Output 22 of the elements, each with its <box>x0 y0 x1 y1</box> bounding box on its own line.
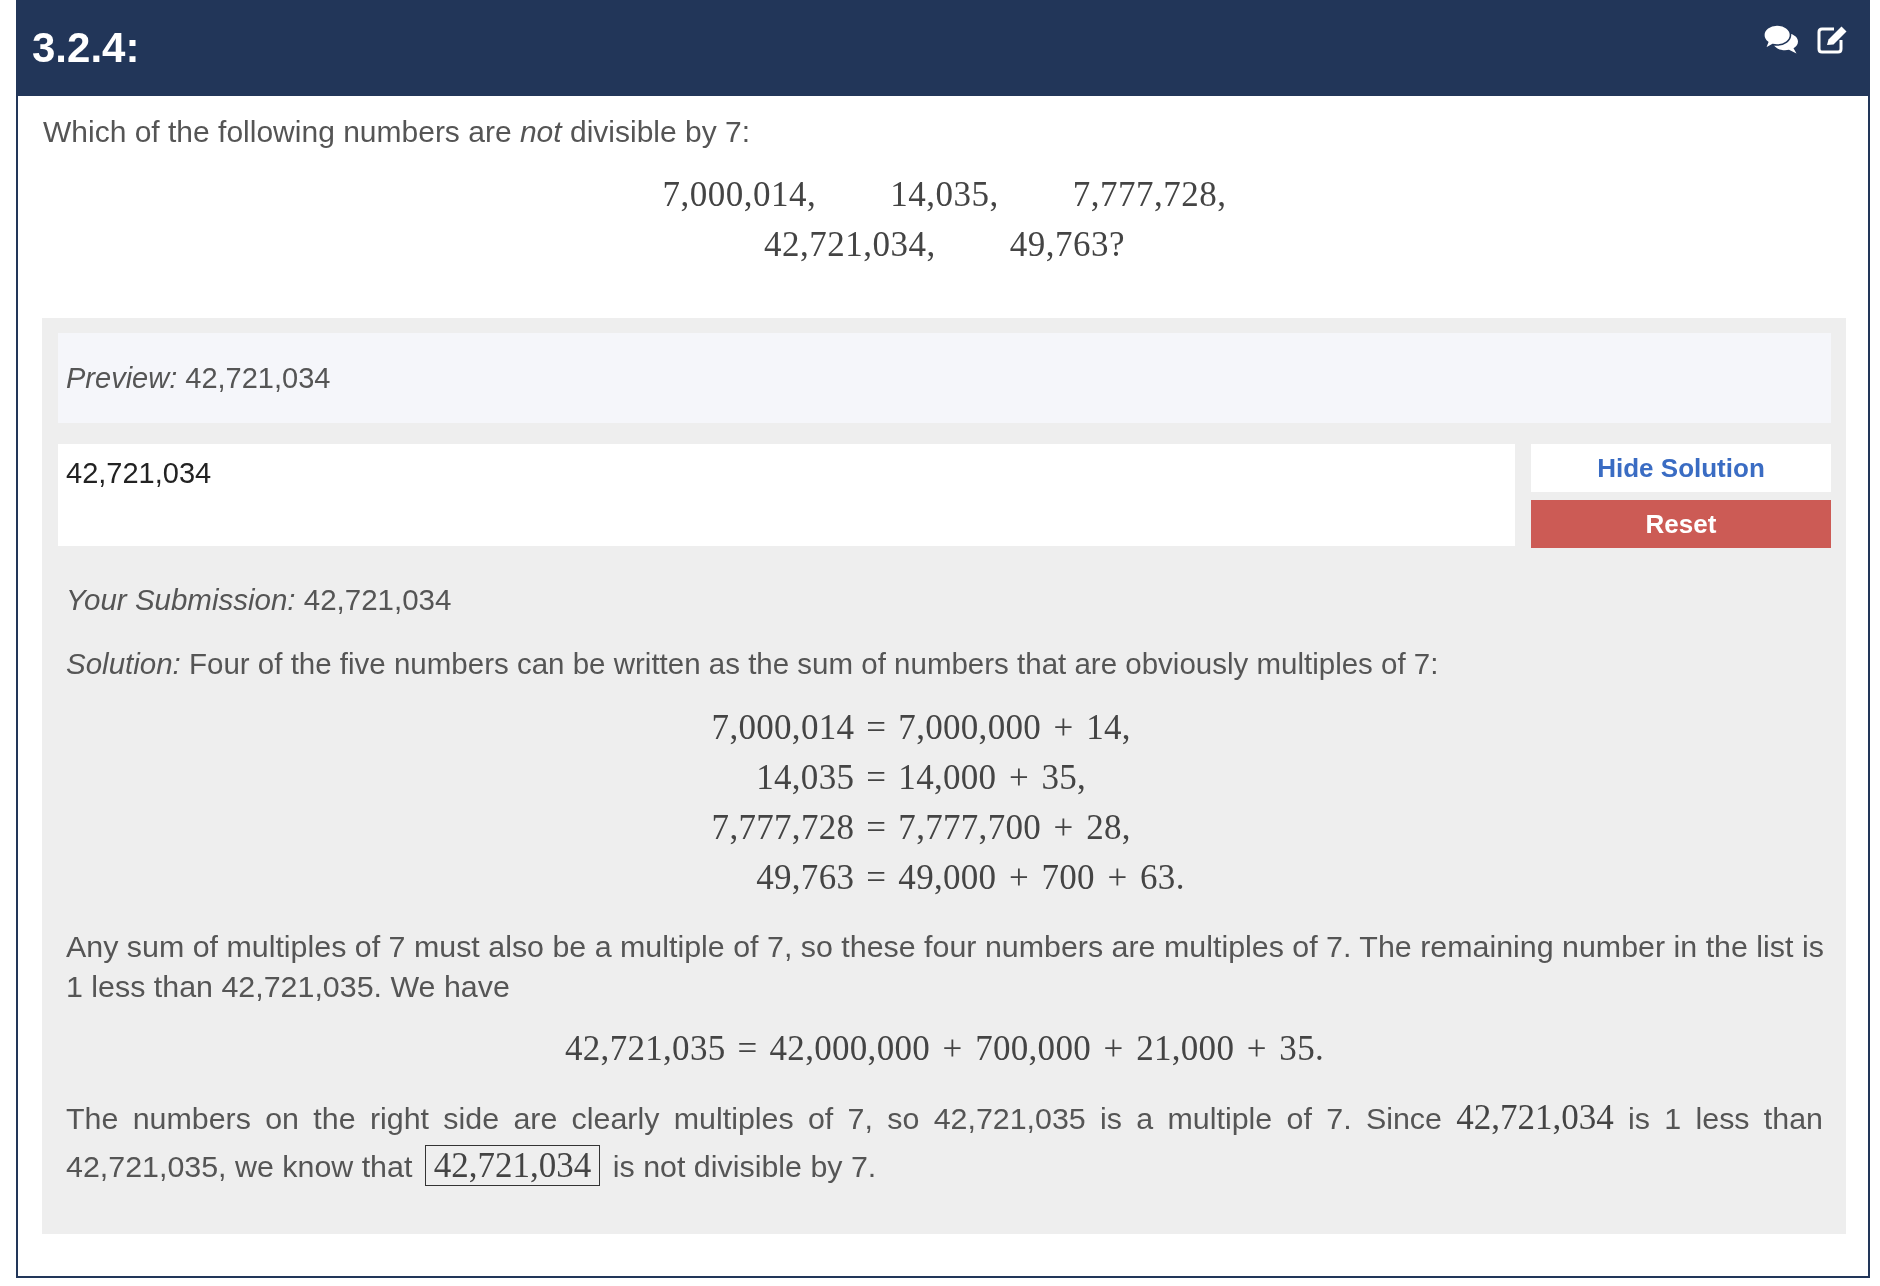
page-title: 3.2.4: <box>32 24 140 72</box>
reset-button[interactable]: Reset <box>1531 500 1831 548</box>
math-equation: 7,777,728 = 7,777,700 + 28, <box>710 807 1131 849</box>
math-number: 49,763? <box>1009 224 1125 266</box>
edit-icon[interactable] <box>1816 24 1848 54</box>
hide-solution-button[interactable]: Hide Solution <box>1531 444 1831 492</box>
math-number: 7,777,728, <box>1072 174 1227 216</box>
math-equation: 49,763 = 49,000 + 700 + 63. <box>755 857 1185 899</box>
math-number: 7,000,014, <box>662 174 817 216</box>
submission-text: Your Submission: 42,721,034 <box>65 582 453 618</box>
math-equation: 42,721,035 = 42,000,000 + 700,000 + 21,000 + 35. <box>565 1028 1324 1070</box>
comments-icon[interactable] <box>1763 24 1799 54</box>
question-text: Which of the following numbers are not divisible by 7: <box>43 114 752 150</box>
math-number: 14,035, <box>890 174 999 216</box>
math-number: 42,721,034, <box>763 224 936 266</box>
preview-text: Preview: 42,721,034 <box>66 361 331 395</box>
answer-field[interactable]: 42,721,034 <box>58 444 1515 546</box>
solution-conclusion: The numbers on the right side are clearly multiples of 7, so 42,721,035 is a multiple of 7. Since 42,721,034 is 1 less than 42,721,035, we know that 42,721,034 is not divisible by 7. <box>65 1097 1824 1188</box>
math-equation: 14,035 = 14,000 + 35, <box>755 757 1087 799</box>
solution-intro: Solution: Four of the five numbers can be written as the sum of numbers that are obviously multiples of 7: <box>65 646 1440 682</box>
solution-paragraph: Any sum of multiples of 7 must also be a multiple of 7, so these four numbers are multiples of 7. The remaining number in the list is 1 less than 42,721,035. We have <box>65 928 1825 1005</box>
math-equation: 7,000,014 = 7,000,000 + 14, <box>710 707 1131 749</box>
